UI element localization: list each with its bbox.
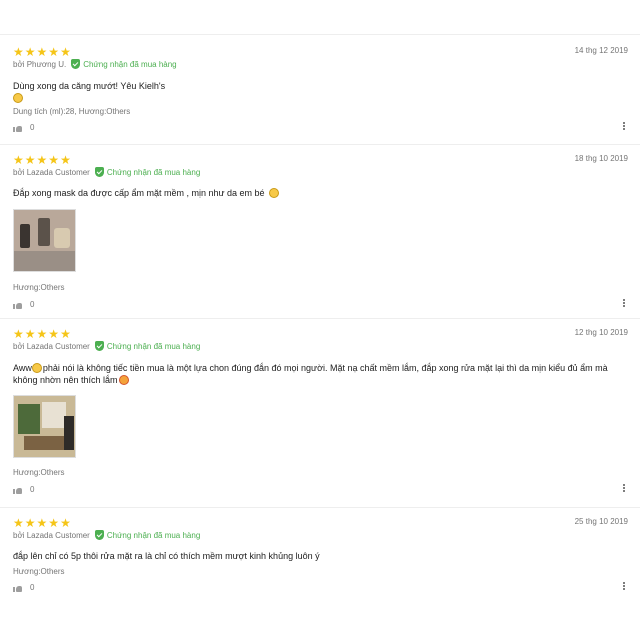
verified-label: Chứng nhận đã mua hàng — [106, 167, 201, 177]
emoji-icon — [269, 188, 280, 198]
like-count: 0 — [30, 583, 35, 592]
like-count: 0 — [30, 123, 35, 132]
shield-check-icon — [94, 341, 104, 351]
rating-stars: ★ ★ ★ ★ ★ — [13, 154, 71, 166]
photo-product-bottle — [38, 218, 50, 246]
author-name: bởi Phương U. — [13, 59, 67, 69]
review-text-start: Aww — [13, 363, 32, 373]
review-date: 25 thg 10 2019 — [574, 517, 628, 526]
like-button[interactable]: 0 — [13, 583, 34, 592]
star-icon: ★ — [13, 45, 24, 59]
star-icon: ★ — [24, 516, 36, 530]
verified-label: Chứng nhận đã mua hàng — [106, 341, 201, 351]
review-variant: Dung tích (ml):28, Hương:Others — [13, 107, 131, 116]
more-options-button[interactable] — [623, 122, 625, 130]
author-name: bởi Lazada Customer — [13, 167, 90, 177]
review-photo[interactable] — [13, 209, 76, 272]
star-icon: ★ — [48, 153, 60, 167]
star-icon: ★ — [36, 516, 48, 530]
rating-stars: ★ ★ ★ ★ ★ — [13, 328, 71, 340]
author-name: bởi Lazada Customer — [13, 341, 90, 351]
star-icon: ★ — [48, 327, 60, 341]
more-options-button[interactable] — [623, 484, 625, 492]
photo-product-jar — [54, 228, 70, 248]
review-author: bởi Lazada Customer Chứng nhận đã mua hà… — [13, 167, 200, 177]
thumbs-up-icon — [13, 584, 22, 592]
like-button[interactable]: 0 — [13, 300, 34, 309]
photo-surface — [14, 251, 75, 271]
verified-label: Chứng nhận đã mua hàng — [83, 59, 177, 69]
star-icon: ★ — [36, 327, 48, 341]
like-count: 0 — [30, 485, 35, 494]
star-icon: ★ — [13, 327, 24, 341]
review-variant: Hương:Others — [13, 567, 65, 576]
star-icon: ★ — [13, 516, 24, 530]
like-button[interactable]: 0 — [13, 123, 34, 132]
photo-product-bottle — [20, 224, 30, 248]
review-author: bởi Phương U. Chứng nhận đã mua hàng — [13, 59, 177, 69]
like-button[interactable]: 0 — [13, 485, 34, 494]
review-photo[interactable] — [13, 395, 76, 458]
verified-label: Chứng nhận đã mua hàng — [106, 530, 201, 540]
review-date: 18 thg 10 2019 — [574, 154, 628, 163]
review-text: Aww phải nói là không tiếc tiền mua là mộ… — [13, 362, 623, 386]
verified-badge: Chứng nhận đã mua hàng — [94, 530, 201, 540]
thumbs-up-icon — [13, 301, 22, 309]
like-count: 0 — [30, 300, 35, 309]
rating-stars: ★ ★ ★ ★ ★ — [13, 517, 71, 529]
review-author: bởi Lazada Customer Chứng nhận đã mua hà… — [13, 530, 200, 540]
more-vertical-icon — [623, 582, 625, 584]
review-text: đắp lên chỉ có 5p thôi rửa mặt ra là chỉ… — [13, 551, 320, 561]
photo-box — [24, 436, 64, 450]
verified-badge: Chứng nhận đã mua hàng — [94, 167, 201, 177]
review-author: bởi Lazada Customer Chứng nhận đã mua hà… — [13, 341, 200, 351]
shield-check-icon — [94, 167, 104, 177]
emoji-icon — [13, 93, 23, 103]
photo-box — [18, 404, 40, 434]
more-options-button[interactable] — [623, 582, 625, 590]
review-date: 14 thg 12 2019 — [574, 46, 628, 55]
star-icon: ★ — [36, 45, 48, 59]
star-icon: ★ — [60, 153, 71, 167]
emoji-icon — [31, 363, 42, 373]
star-icon: ★ — [13, 153, 24, 167]
divider — [0, 318, 640, 319]
author-name: bởi Lazada Customer — [13, 530, 90, 540]
more-options-button[interactable] — [623, 299, 625, 307]
star-icon: ★ — [24, 327, 36, 341]
verified-badge: Chứng nhận đã mua hàng — [94, 341, 201, 351]
more-vertical-icon — [623, 122, 625, 124]
star-icon: ★ — [60, 516, 71, 530]
thumbs-up-icon — [13, 486, 22, 494]
shield-check-icon — [94, 530, 104, 540]
divider — [0, 507, 640, 508]
thumbs-up-icon — [13, 124, 22, 132]
heart-eyes-emoji-icon — [119, 375, 130, 385]
star-icon: ★ — [60, 327, 71, 341]
more-vertical-icon — [623, 299, 625, 301]
photo-box — [42, 402, 66, 428]
review-text: Dùng xong da căng mướt! Yêu Kielh's — [13, 80, 623, 104]
review-text: Đắp xong mask da được cấp ẩm mặt mềm , m… — [13, 187, 623, 199]
review-variant: Hương:Others — [13, 283, 65, 292]
verified-badge: Chứng nhận đã mua hàng — [71, 59, 177, 69]
star-icon: ★ — [48, 516, 60, 530]
star-icon: ★ — [48, 45, 60, 59]
top-bar — [0, 0, 640, 35]
review-variant: Hương:Others — [13, 468, 65, 477]
review-text-body: Dùng xong da căng mướt! Yêu Kielh's — [13, 81, 166, 91]
more-vertical-icon — [623, 484, 625, 486]
review-date: 12 thg 10 2019 — [574, 328, 628, 337]
review-text-body: phải nói là không tiếc tiền mua là một l… — [13, 363, 608, 385]
star-icon: ★ — [36, 153, 48, 167]
shield-check-icon — [71, 59, 81, 69]
star-icon: ★ — [24, 45, 36, 59]
photo-box — [64, 416, 74, 450]
star-icon: ★ — [24, 153, 36, 167]
star-icon: ★ — [60, 45, 71, 59]
rating-stars: ★ ★ ★ ★ ★ — [13, 46, 71, 58]
divider — [0, 144, 640, 145]
review-text-body: Đắp xong mask da được cấp ẩm mặt mềm , m… — [13, 188, 265, 198]
